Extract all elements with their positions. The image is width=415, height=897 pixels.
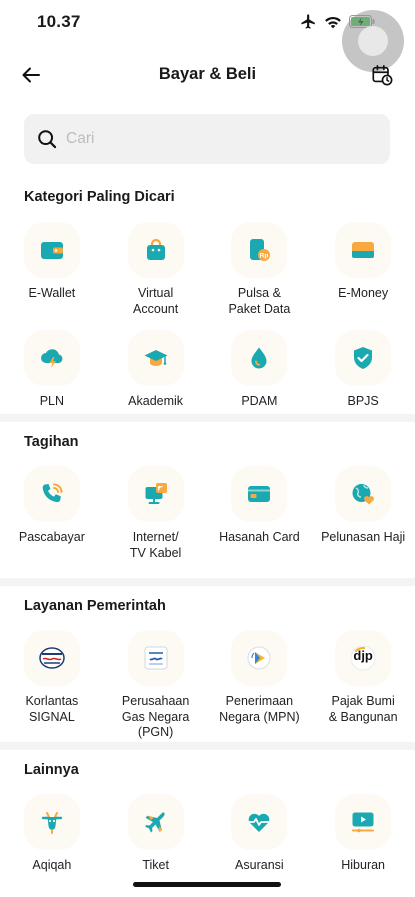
electricity-icon [23,330,80,386]
calendar-clock-icon [372,65,393,86]
tile-label: Tiket [142,858,169,872]
tile-label: Internet/ TV Kabel [129,530,182,560]
mobile-credit-icon: Rp [231,222,288,278]
tile-label: Penerimaan Negara (MPN) [219,694,300,724]
tile-hasanah-card[interactable]: Hasanah Card [208,466,312,561]
kategori-row-1: E-Wallet Virtual Account Rp Pulsa & Pake… [0,222,415,317]
section-divider [0,578,415,586]
tile-label: BPJS [347,394,379,408]
section-title-lainnya: Lainnya [24,762,79,778]
tile-label: Hiburan [341,858,386,872]
section-title-pemerintah: Layanan Pemerintah [24,598,166,614]
plane-icon [127,794,184,850]
search-input[interactable] [66,130,346,148]
tile-pulsa-paket-data[interactable]: Rp Pulsa & Paket Data [208,222,312,317]
tile-label: Pelunasan Haji [321,530,406,544]
section-title-tagihan: Tagihan [24,434,79,450]
tile-asuransi[interactable]: Asuransi [208,794,312,874]
water-drop-icon [231,330,288,386]
tile-pascabayar[interactable]: Pascabayar [0,466,104,561]
lainnya-row: Aqiqah Tiket Asuransi Hiburan [0,794,415,874]
tile-pdam[interactable]: PDAM [208,330,312,410]
home-indicator[interactable] [133,882,281,887]
tile-label: E-Wallet [28,286,76,300]
shopping-bag-icon [127,222,184,278]
tile-akademik[interactable]: Akademik [104,330,208,410]
card-icon [335,222,392,278]
tile-label: Pascabayar [18,530,85,544]
tile-label: Asuransi [235,858,284,872]
pemerintah-row: Korlantas SIGNAL Perusahaan Gas Negara (… [0,630,415,741]
tile-aqiqah[interactable]: Aqiqah [0,794,104,874]
phone-icon [23,466,80,522]
search-bar[interactable] [24,114,390,164]
tile-pelunasan-haji[interactable]: Pelunasan Haji [311,466,415,561]
tile-label: Perusahaan Gas Negara (PGN) [121,694,190,739]
wallet-icon [23,222,80,278]
graduation-cap-icon [127,330,184,386]
shield-check-icon [335,330,392,386]
djp-logo-icon: djp [335,630,392,686]
tile-korlantas-signal[interactable]: Korlantas SIGNAL [0,630,104,741]
airplane-mode-icon [301,14,315,29]
tile-label: Virtual Account [133,286,179,316]
korlantas-logo-icon [23,630,80,686]
tile-internet-tv-kabel[interactable]: Internet/ TV Kabel [104,466,208,561]
tile-tiket[interactable]: Tiket [104,794,208,874]
tile-e-money[interactable]: E-Money [311,222,415,317]
svg-text:Rp: Rp [260,253,269,260]
tile-label: Akademik [128,394,184,408]
tile-bpjs[interactable]: BPJS [311,330,415,410]
tagihan-row: Pascabayar Internet/ TV Kabel Hasanah Ca… [0,466,415,561]
play-screen-icon [335,794,392,850]
tile-label: E-Money [338,286,389,300]
mpn-logo-icon [231,630,288,686]
tile-label: Aqiqah [32,858,72,872]
tile-label: Korlantas SIGNAL [25,694,79,724]
tile-label: Hasanah Card [219,530,300,544]
tile-label: Pajak Bumi & Bangunan [328,694,398,724]
header: Bayar & Beli [0,54,415,96]
tile-pln[interactable]: PLN [0,330,104,410]
pgn-logo-icon [127,630,184,686]
kategori-row-2: PLN Akademik PDAM BPJS [0,330,415,410]
djp-logo-text: djp [353,648,373,663]
tile-hiburan[interactable]: Hiburan [311,794,415,874]
tile-label: PDAM [241,394,278,408]
wifi-icon [325,16,341,28]
search-icon [38,130,57,149]
status-time: 10.37 [37,12,81,31]
globe-heart-icon [335,466,392,522]
tile-virtual-account[interactable]: Virtual Account [104,222,208,317]
heart-pulse-icon [231,794,288,850]
section-title-kategori: Kategori Paling Dicari [24,189,175,205]
goat-icon [23,794,80,850]
tile-pajak-bumi-bangunan[interactable]: djp Pajak Bumi & Bangunan [311,630,415,741]
section-divider [0,742,415,750]
scheduled-payment-button[interactable] [369,62,395,88]
section-divider [0,414,415,422]
credit-card-icon [231,466,288,522]
page-title: Bayar & Beli [158,65,257,83]
internet-tv-icon [127,466,184,522]
tile-label: Pulsa & Paket Data [228,286,291,316]
tile-mpn[interactable]: Penerimaan Negara (MPN) [208,630,312,741]
tile-pgn[interactable]: Perusahaan Gas Negara (PGN) [104,630,208,741]
tile-e-wallet[interactable]: E-Wallet [0,222,104,317]
tile-label: PLN [39,394,65,408]
